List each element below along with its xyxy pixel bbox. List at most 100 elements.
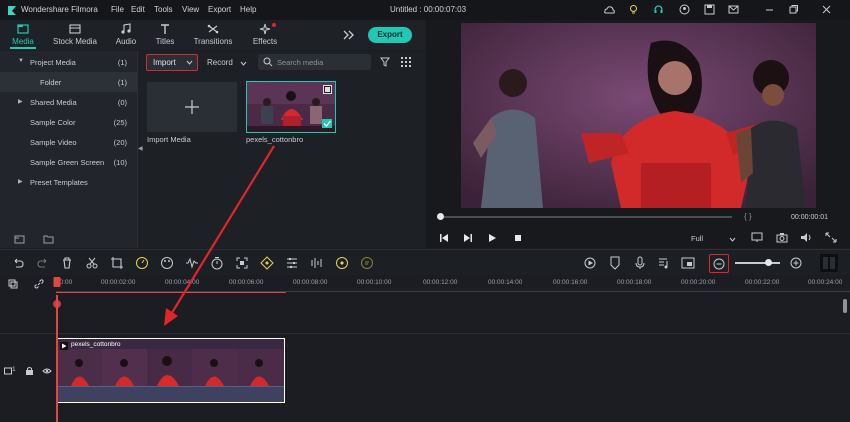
stop-icon[interactable] (513, 233, 523, 243)
zoom-out-button[interactable] (709, 254, 729, 273)
collapse-sidebar-icon[interactable]: ◀ (138, 145, 143, 155)
link-icon[interactable] (34, 279, 44, 289)
close-icon[interactable] (821, 4, 832, 15)
volume-icon[interactable] (800, 232, 812, 243)
tab-transitions-label: Transitions (193, 37, 233, 46)
delete-trash-icon[interactable] (60, 256, 74, 270)
record-dropdown[interactable]: Record (204, 55, 250, 70)
menu-export[interactable]: Export (208, 5, 231, 14)
save-icon[interactable] (704, 4, 715, 15)
ruler-label: 00:00:02:00 (101, 279, 136, 286)
speech-to-text-icon[interactable] (360, 256, 374, 270)
sidebar-item-sample-video[interactable]: Sample Video (20) (0, 132, 137, 152)
sidebar-item-folder[interactable]: Folder (1) (0, 72, 137, 92)
app-name: Wondershare Filmora (21, 5, 98, 14)
effects-new-dot (272, 23, 276, 27)
timeline-toolbar (0, 249, 850, 276)
zoom-slider-knob[interactable] (765, 259, 772, 266)
redo-icon[interactable] (36, 256, 50, 270)
menu-help[interactable]: Help (240, 5, 256, 14)
track-visibility-eye-icon[interactable] (42, 367, 52, 375)
marker-icon[interactable] (608, 256, 622, 270)
adjust-sliders-icon[interactable] (285, 256, 299, 270)
chevron-down-icon (240, 61, 247, 66)
sidebar-item-label: Sample Video (30, 138, 77, 147)
display-settings-icon[interactable] (751, 232, 763, 243)
add-track-icon[interactable] (8, 279, 18, 289)
audio-ducking-icon[interactable] (657, 256, 671, 270)
preview-timecode: 00:00:00:01 (791, 214, 828, 221)
media-library-sidebar: ▼ Project Media (1) Folder (1) ▶ Shared … (0, 51, 138, 248)
account-icon[interactable] (679, 4, 690, 15)
speed-icon[interactable] (135, 256, 149, 270)
tab-titles[interactable]: Titles (151, 22, 179, 46)
filter-icon[interactable] (380, 57, 390, 67)
menu-tools[interactable]: Tools (154, 5, 173, 14)
titles-t-icon (161, 24, 169, 34)
snapshot-camera-icon[interactable] (776, 232, 788, 243)
audio-mixer-icon[interactable] (310, 256, 324, 270)
zoom-in-icon[interactable] (789, 256, 803, 270)
preview-panel: { } 00:00:00:01 Full (426, 20, 850, 248)
split-scissors-icon[interactable] (85, 256, 99, 270)
tab-audio[interactable]: Audio (113, 22, 139, 46)
sidebar-item-project-media[interactable]: ▼ Project Media (1) (0, 52, 137, 72)
tab-media[interactable]: Media (10, 22, 36, 49)
mark-in-out-brackets[interactable]: { } (744, 212, 752, 221)
menu-view[interactable]: View (182, 5, 199, 14)
minimize-icon[interactable] (764, 4, 775, 15)
sidebar-item-label: Project Media (30, 58, 76, 67)
new-folder-icon[interactable] (14, 234, 25, 244)
ruler-label: 00:00:12:00 (423, 279, 458, 286)
import-media-tile[interactable] (147, 82, 237, 132)
quality-dropdown[interactable]: Full (689, 231, 737, 245)
crop-icon[interactable] (110, 256, 124, 270)
tab-transitions[interactable]: Transitions (193, 22, 233, 46)
render-preview-icon[interactable] (583, 256, 597, 270)
more-tabs-chevron-icon[interactable] (342, 29, 354, 41)
sidebar-item-count: (0) (117, 98, 127, 107)
main-tab-bar: Media Stock Media Audio Titles Transitio… (0, 20, 425, 50)
zoom-out-icon (713, 258, 725, 270)
sidebar-item-sample-green-screen[interactable]: Sample Green Screen (10) (0, 152, 137, 172)
grid-view-icon[interactable] (401, 57, 411, 67)
playhead-knob[interactable] (437, 213, 444, 220)
headset-icon[interactable] (653, 4, 664, 15)
sidebar-item-label: Shared Media (30, 98, 77, 107)
audio-note-icon (121, 23, 131, 34)
sidebar-item-preset-templates[interactable]: ▶ Preset Templates (0, 172, 137, 192)
fullscreen-icon[interactable] (825, 232, 837, 243)
play-icon[interactable] (487, 233, 497, 243)
vertical-scrollbar[interactable] (843, 299, 847, 313)
timeline-video-clip[interactable]: pexels_cottonbro (56, 338, 285, 403)
undo-icon[interactable] (11, 256, 25, 270)
bulb-icon[interactable] (628, 4, 639, 15)
ai-enhance-icon[interactable] (335, 256, 349, 270)
playhead-handle[interactable] (52, 277, 62, 309)
voiceover-mic-icon[interactable] (633, 256, 647, 270)
play-frame-icon[interactable] (463, 233, 473, 243)
stock-media-icon (69, 24, 81, 34)
menu-file[interactable]: File (111, 5, 124, 14)
media-clip-thumbnail[interactable] (246, 81, 336, 133)
pip-icon[interactable] (681, 256, 695, 270)
ruler-label: 00:00:20:00 (681, 279, 716, 286)
timeline-playhead[interactable] (56, 295, 58, 422)
zoom-slider-track[interactable] (735, 262, 780, 264)
menu-edit[interactable]: Edit (131, 5, 145, 14)
panel-layout-toggle[interactable] (820, 254, 838, 272)
cloud-icon[interactable] (604, 5, 615, 15)
import-dropdown[interactable]: Import (146, 54, 198, 71)
track-lock-icon[interactable] (25, 366, 34, 376)
restore-icon[interactable] (788, 4, 799, 15)
folder-icon[interactable] (43, 234, 54, 244)
search-box[interactable]: Search media (258, 54, 371, 70)
timeline-ruler[interactable]: 00:00 00:00:02:00 00:00:04:00 00:00:06:0… (0, 275, 850, 295)
sidebar-item-sample-color[interactable]: Sample Color (25) (0, 112, 137, 132)
mail-icon[interactable] (728, 4, 739, 15)
playback-progress-bar[interactable] (440, 216, 732, 218)
tab-stock-media[interactable]: Stock Media (52, 22, 98, 46)
sidebar-item-shared-media[interactable]: ▶ Shared Media (0) (0, 92, 137, 112)
export-button[interactable]: Export (368, 27, 412, 43)
previous-frame-icon[interactable] (439, 233, 449, 243)
